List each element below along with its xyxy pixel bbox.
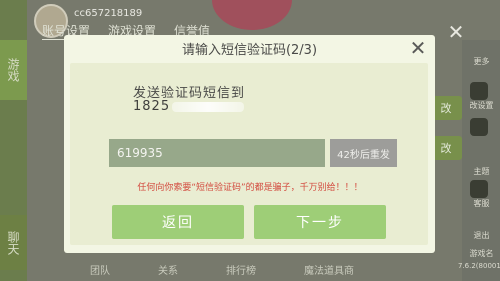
scam-warning: 任何向你索要“短信验证码”的都是骗子，千万别给！！！ bbox=[137, 183, 363, 193]
gift-icon[interactable] bbox=[470, 118, 488, 136]
left-tab-game[interactable]: 游戏 bbox=[0, 40, 27, 100]
version-text: 7.6.2(8000122) bbox=[458, 262, 500, 270]
resend-button[interactable]: 42秒后重发 bbox=[330, 139, 397, 167]
right-sidebar bbox=[462, 40, 500, 281]
bottom-item-ranking[interactable]: 排行榜 bbox=[226, 262, 256, 277]
right-label-game-name: 游戏名 bbox=[469, 249, 494, 258]
user-name: cc657218189 bbox=[74, 8, 143, 19]
phone-prefix: 1825 bbox=[133, 99, 171, 114]
close-icon[interactable]: ✕ bbox=[407, 37, 429, 59]
background-bottom-nav: 团队 关系 排行榜 魔法道具商 bbox=[90, 262, 354, 277]
right-label-service[interactable]: 客服 bbox=[463, 198, 500, 209]
left-tab-chat[interactable]: 聊天 bbox=[0, 215, 27, 270]
phone-mask bbox=[172, 101, 245, 112]
bottom-item-magic-shop[interactable]: 魔法道具商 bbox=[304, 262, 354, 277]
right-label-theme[interactable]: 主题 bbox=[463, 166, 500, 177]
right-label-settings[interactable]: 改设置 bbox=[463, 100, 500, 111]
bottom-item-relations[interactable]: 关系 bbox=[158, 262, 178, 277]
settings-icon[interactable] bbox=[470, 82, 488, 100]
dialog-header: 请输入短信验证码(2/3) ✕ bbox=[64, 35, 435, 61]
verification-code-input[interactable] bbox=[109, 139, 325, 167]
back-button[interactable]: 返回 bbox=[112, 205, 244, 239]
right-label-more[interactable]: 更多 bbox=[463, 56, 500, 67]
dialog-title: 请输入短信验证码(2/3) bbox=[181, 43, 318, 58]
next-button[interactable]: 下一步 bbox=[254, 205, 386, 239]
right-label-exit[interactable]: 退出 bbox=[463, 230, 500, 241]
bottom-item-team[interactable]: 团队 bbox=[90, 262, 110, 277]
phone-number: 1825 bbox=[133, 99, 245, 114]
